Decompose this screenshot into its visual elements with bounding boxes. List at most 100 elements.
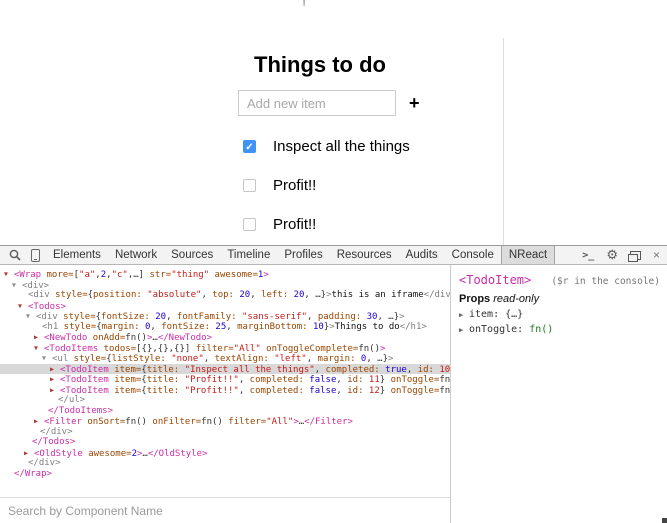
token-attr: filter= xyxy=(223,417,266,427)
tree-row[interactable]: </Wrap> xyxy=(0,469,450,480)
tree-row[interactable]: ▼<div style={fontSize: 20, fontFamily: "… xyxy=(0,311,450,322)
tab-console[interactable]: Console xyxy=(445,246,501,264)
console-drawer-icon[interactable]: >_ xyxy=(582,250,594,261)
prop-row[interactable]: ▶item: {…} xyxy=(459,309,660,320)
new-todo-input[interactable] xyxy=(238,90,396,116)
collapse-arrow-icon[interactable]: ▼ xyxy=(42,353,52,364)
token-num: 0 xyxy=(140,322,151,332)
expand-arrow-icon[interactable]: ▶ xyxy=(34,416,44,427)
dock-window-icon[interactable] xyxy=(630,251,641,260)
todo-checkbox-0[interactable]: ✓ xyxy=(243,140,256,153)
token-attr: completed: xyxy=(244,375,304,385)
token-plain: fn() xyxy=(201,417,223,427)
token-comp: <Wrap xyxy=(14,270,41,280)
token-bool: false xyxy=(304,386,337,396)
tree-row[interactable]: ▼<Todos> xyxy=(0,301,450,312)
collapse-arrow-icon[interactable]: ▼ xyxy=(18,301,28,312)
component-search-input[interactable] xyxy=(0,498,450,523)
inspect-search-icon[interactable] xyxy=(8,248,22,262)
tab-nreact[interactable]: NReact xyxy=(501,246,555,264)
tree-row[interactable]: </div> xyxy=(0,458,450,469)
tree-row[interactable]: <div style={position: "absolute", top: 2… xyxy=(0,290,450,301)
expand-arrow-icon[interactable]: ▶ xyxy=(459,311,469,319)
tab-elements[interactable]: Elements xyxy=(46,246,108,264)
todo-checkbox-2[interactable] xyxy=(243,218,256,231)
token-attr: id: xyxy=(342,386,364,396)
expand-arrow-icon[interactable]: ▶ xyxy=(24,448,34,459)
tree-row[interactable]: </ul> xyxy=(0,395,450,406)
tab-audits[interactable]: Audits xyxy=(399,246,445,264)
toolbar-right-icons: >_ ⚙ × xyxy=(582,246,667,264)
token-text: this is an iframe xyxy=(332,290,424,300)
expand-arrow-icon[interactable]: ▶ xyxy=(50,385,60,396)
token-attr: style= xyxy=(50,290,88,300)
page-title: Things to do xyxy=(238,52,402,78)
prop-value: fn() xyxy=(529,324,553,335)
token-plain: fn() xyxy=(439,386,450,396)
token-attr: fontSize: xyxy=(101,312,150,322)
collapse-arrow-icon[interactable]: ▼ xyxy=(12,280,22,291)
token-str: "a" xyxy=(79,270,95,280)
token-host: <div> xyxy=(22,281,49,291)
prop-value: {…} xyxy=(505,309,523,320)
tree-row[interactable]: ▶<TodoItem item={title: "Profit!!", comp… xyxy=(0,374,450,385)
token-host: </div> xyxy=(40,427,73,437)
collapse-arrow-icon[interactable]: ▼ xyxy=(34,343,44,354)
tab-network[interactable]: Network xyxy=(108,246,164,264)
add-todo-button[interactable]: + xyxy=(409,94,420,112)
token-comp: > xyxy=(263,270,268,280)
tree-row[interactable]: </div> xyxy=(0,427,450,438)
tree-row[interactable]: ▼<TodoItems todos=[{},{},{}] filter="All… xyxy=(0,343,450,354)
token-attr: fontSize: xyxy=(156,322,210,332)
tree-row[interactable]: ▶<NewTodo onAdd=fn()>…</NewTodo> xyxy=(0,332,450,343)
tab-resources[interactable]: Resources xyxy=(330,246,399,264)
token-plain: , …} xyxy=(377,312,399,322)
tab-timeline[interactable]: Timeline xyxy=(220,246,277,264)
tree-row[interactable]: </Todos> xyxy=(0,437,450,448)
device-mode-icon[interactable] xyxy=(31,249,40,262)
token-str: "Profit!!" xyxy=(179,375,239,385)
todo-label: Profit!! xyxy=(273,177,316,194)
token-attr: onToggle= xyxy=(385,375,439,385)
token-comp: </NewTodo> xyxy=(158,333,212,343)
token-num: 20 xyxy=(234,290,250,300)
settings-gear-icon[interactable]: ⚙ xyxy=(606,247,618,263)
collapse-arrow-icon[interactable]: ▼ xyxy=(26,311,36,322)
token-attr: top: xyxy=(207,290,234,300)
close-icon[interactable]: × xyxy=(653,248,660,262)
tree-row[interactable]: ▼<div> xyxy=(0,280,450,291)
token-attr: filter= xyxy=(190,344,233,354)
expand-arrow-icon[interactable]: ▶ xyxy=(459,326,469,334)
tree-row[interactable]: ▶<TodoItem item={title: "Profit!!", comp… xyxy=(0,385,450,396)
resize-grip[interactable] xyxy=(662,518,667,523)
todo-row: ✓Inspect all the things xyxy=(238,138,424,155)
token-str: "All" xyxy=(266,417,293,427)
expand-arrow-icon[interactable]: ▶ xyxy=(34,332,44,343)
token-attr: id: xyxy=(342,375,364,385)
token-id: 12 xyxy=(364,386,380,396)
tree-row[interactable]: ▶<TodoItem item={title: "Inspect all the… xyxy=(0,364,450,375)
token-str: "Inspect all the things" xyxy=(179,365,314,375)
tree-row[interactable]: <h1 style={margin: 0, fontSize: 25, marg… xyxy=(0,322,450,333)
tree-row[interactable]: ▼<Wrap more=["a",2,"c",…] str="thing" aw… xyxy=(0,269,450,280)
clipped-top-glyph: † xyxy=(301,0,307,8)
token-attr: marginBottom: xyxy=(232,322,308,332)
token-attr: left: xyxy=(256,290,289,300)
token-str: "All" xyxy=(234,344,261,354)
prop-row[interactable]: ▶onToggle: fn() xyxy=(459,324,660,335)
props-title: Props read-only xyxy=(459,293,660,305)
tab-sources[interactable]: Sources xyxy=(164,246,220,264)
expand-arrow-icon[interactable]: ▶ xyxy=(50,364,60,375)
todo-checkbox-1[interactable] xyxy=(243,179,256,192)
tree-row[interactable]: ▶<OldStyle awesome=2>…</OldStyle> xyxy=(0,448,450,459)
tree-row[interactable]: ▶<Filter onSort=fn() onFilter=fn() filte… xyxy=(0,416,450,427)
todo-label: Profit!! xyxy=(273,216,316,233)
collapse-arrow-icon[interactable]: ▼ xyxy=(4,269,14,280)
token-bool: true xyxy=(380,365,407,375)
token-attr: item= xyxy=(109,375,142,385)
tab-profiles[interactable]: Profiles xyxy=(277,246,329,264)
new-todo-row: + xyxy=(238,90,424,116)
expand-arrow-icon[interactable]: ▶ xyxy=(50,374,60,385)
tree-row[interactable]: </TodoItems> xyxy=(0,406,450,417)
tree-row[interactable]: ▼<ul style={listStyle: "none", textAlign… xyxy=(0,353,450,364)
